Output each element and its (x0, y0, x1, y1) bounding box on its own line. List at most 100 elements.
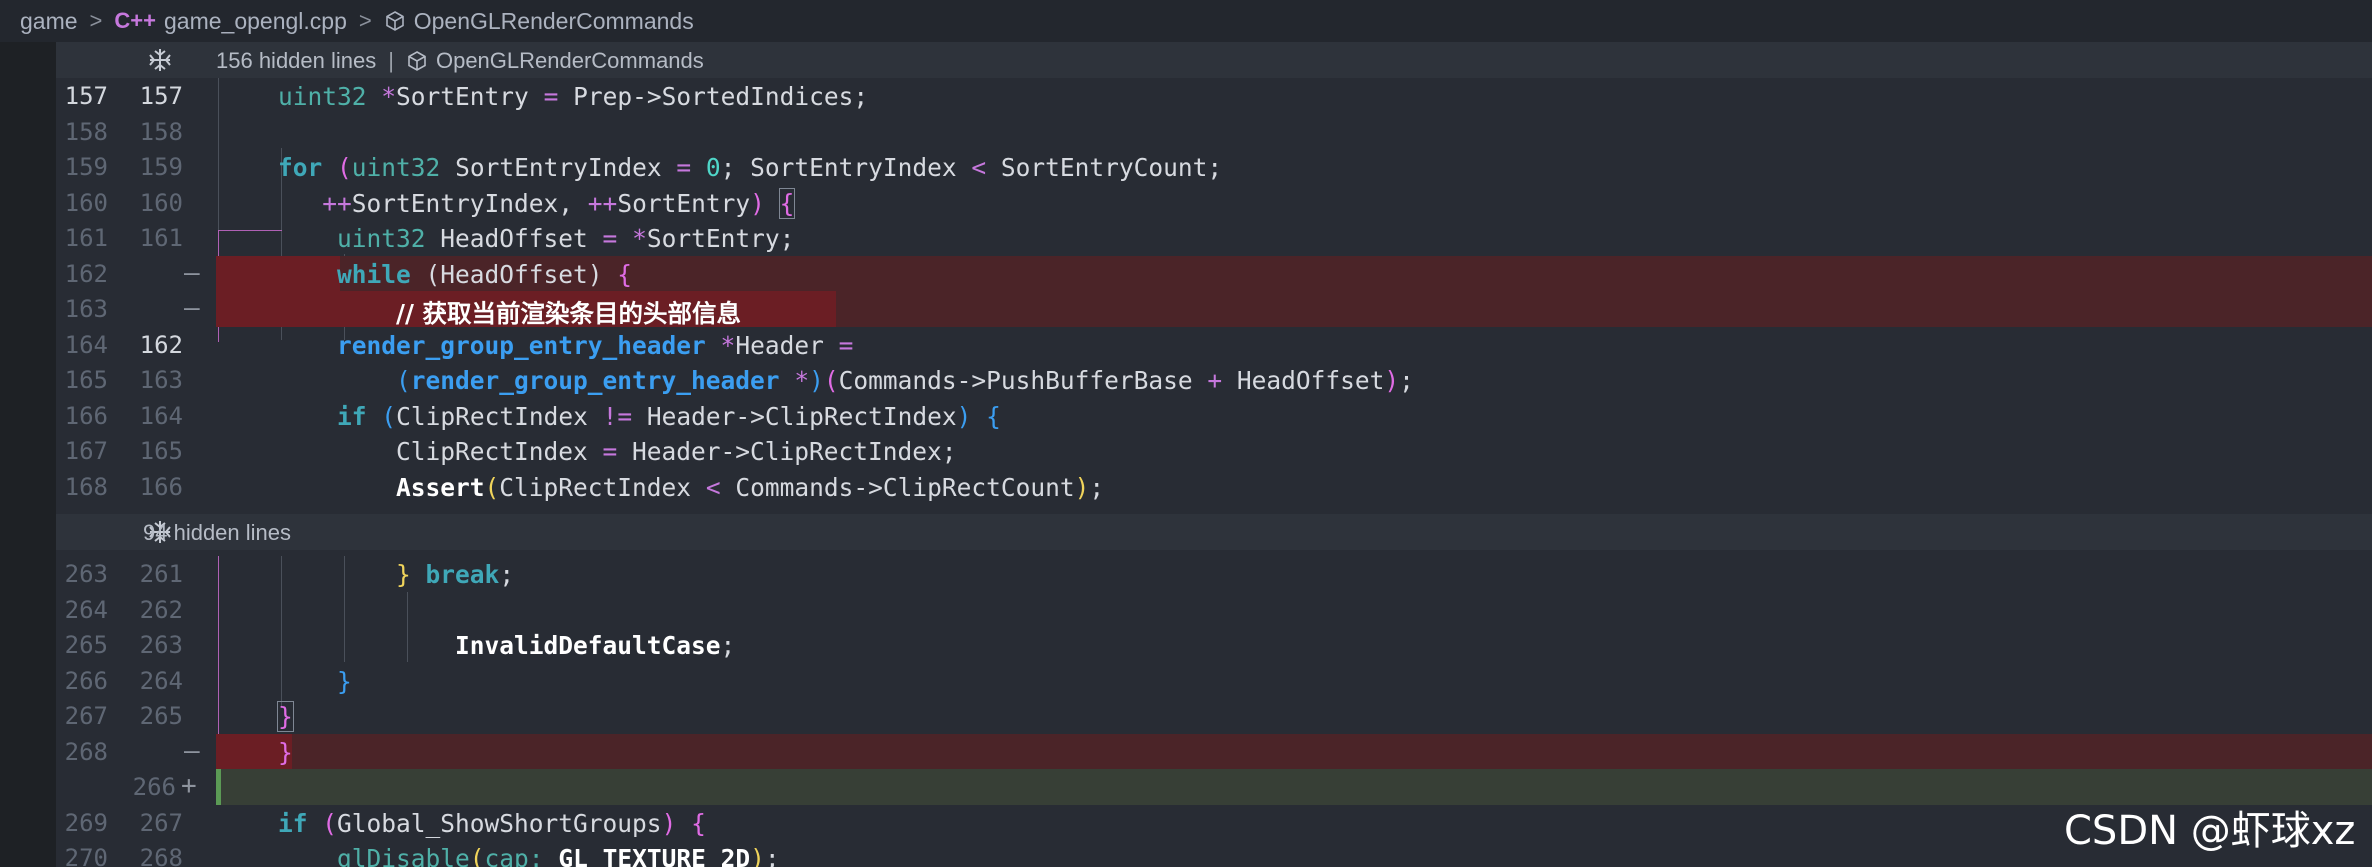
code-line[interactable]: 266 264 } (56, 663, 2372, 699)
line-number-new: 264 (139, 666, 183, 695)
code-text: while (HeadOffset) { (337, 259, 633, 289)
code-text: (render_group_entry_header *)(Commands->… (396, 366, 1414, 395)
unfold-icon[interactable] (146, 46, 174, 74)
code-text: for (uint32 SortEntryIndex = 0; SortEntr… (278, 153, 1223, 182)
deleted-line[interactable]: 163 — // 获取当前渲染条目的头部信息 (56, 291, 2372, 328)
code-line[interactable]: 269 267 if (Global_ShowShortGroups) { (56, 805, 2372, 841)
code-text: ++SortEntryIndex, ++SortEntry) { (322, 187, 796, 219)
line-number-new: 261 (139, 560, 183, 588)
deletion-marker: — (184, 257, 200, 288)
code-line[interactable]: 165 163 (render_group_entry_header *)(Co… (56, 362, 2372, 398)
line-number-new: 268 (139, 844, 183, 867)
code-line[interactable]: 263 261 } break; (56, 556, 2372, 592)
code-text: glDisable(cap: GL_TEXTURE_2D); (337, 844, 780, 867)
symbol-cube-icon (406, 50, 428, 72)
code-text: InvalidDefaultCase; (455, 631, 736, 660)
code-text: // 获取当前渲染条目的头部信息 (396, 299, 741, 328)
added-line[interactable]: 266 + (56, 769, 2372, 805)
code-line[interactable]: 161 161 uint32 HeadOffset = *SortEntry; (56, 220, 2372, 256)
hidden-lines-label: 156 hidden lines (216, 48, 377, 73)
line-number-new: 266 (132, 773, 176, 801)
code-text: render_group_entry_header *Header = (337, 330, 854, 360)
line-number-old: 160 (64, 188, 108, 217)
line-number-new: 263 (139, 631, 183, 659)
watermark: CSDN @虾球xz (2064, 808, 2356, 854)
line-number-new: 165 (139, 437, 183, 465)
code-line[interactable]: 159 159 for (uint32 SortEntryIndex = 0; … (56, 149, 2372, 185)
line-number-old: 263 (64, 560, 108, 588)
hidden-lines-label: 94 hidden lines (143, 520, 292, 545)
line-number-old: 270 (64, 844, 108, 867)
code-line[interactable]: 167 165 ClipRectIndex = Header->ClipRect… (56, 433, 2372, 469)
code-line[interactable]: 264 262 (56, 592, 2372, 628)
code-text: Assert(ClipRectIndex < Commands->ClipRec… (396, 472, 1105, 502)
hidden-lines-bar[interactable]: 156 hidden lines | OpenGLRenderCommands (56, 42, 2372, 78)
code-text: if (Global_ShowShortGroups) { (278, 808, 706, 838)
line-number-old: 267 (64, 702, 108, 730)
code-text: uint32 HeadOffset = *SortEntry; (337, 224, 795, 253)
line-number-new: 157 (139, 82, 183, 110)
code-line[interactable]: 164 162 render_group_entry_header *Heade… (56, 327, 2372, 363)
deleted-line[interactable]: 268 — } (56, 733, 2372, 769)
line-number-old: 164 (64, 330, 108, 359)
cpp-file-icon: C++ (114, 8, 156, 33)
chevron-right-icon: > (89, 8, 103, 33)
line-number-old: 163 (64, 295, 108, 323)
line-number-new: 158 (139, 117, 183, 146)
line-number-new: 163 (139, 366, 183, 394)
line-number-old: 265 (64, 631, 108, 659)
hidden-lines-symbol[interactable]: OpenGLRenderCommands (436, 48, 704, 74)
chevron-right-icon: > (358, 8, 372, 33)
code-line[interactable]: 265 263 InvalidDefaultCase; (56, 627, 2372, 663)
code-line[interactable]: 168 166 Assert(ClipRectIndex < Commands-… (56, 469, 2372, 505)
line-number-old: 264 (64, 595, 108, 624)
code-text: } break; (396, 560, 515, 589)
line-number-old: 165 (64, 366, 108, 394)
line-number-new: 166 (139, 472, 183, 501)
code-text: ClipRectIndex = Header->ClipRectIndex; (278, 437, 957, 466)
diff-editor[interactable]: 156 hidden lines | OpenGLRenderCommands … (56, 42, 2372, 867)
line-number-old: 158 (64, 117, 108, 146)
code-line[interactable]: 160 160 ++SortEntryIndex, ++SortEntry) { (56, 185, 2372, 221)
addition-marker: + (181, 771, 197, 801)
line-number-old: 166 (64, 401, 108, 430)
line-number-old: 167 (64, 437, 108, 465)
line-number-new: 164 (139, 401, 183, 430)
code-text: } (278, 737, 293, 767)
line-number-new: 262 (139, 595, 183, 624)
line-number-new: 265 (139, 702, 183, 730)
code-line[interactable]: 157 157 uint32 *SortEntry = Prep->Sorted… (56, 78, 2372, 114)
line-number-old: 162 (64, 259, 108, 288)
deleted-line[interactable]: 162 — while (HeadOffset) { (56, 255, 2372, 291)
line-number-old: 161 (64, 224, 108, 252)
line-number-old: 168 (64, 472, 108, 501)
code-line[interactable]: 270 268 glDisable(cap: GL_TEXTURE_2D); (56, 840, 2372, 867)
line-number-old: 157 (64, 82, 108, 110)
deletion-marker: — (184, 293, 200, 323)
code-text: } (337, 666, 352, 696)
separator: | (388, 48, 394, 73)
line-number-old: 159 (64, 153, 108, 181)
breadcrumb-root[interactable]: game (20, 8, 78, 35)
left-gutter-strip (0, 42, 56, 867)
deletion-marker: — (184, 735, 200, 766)
code-text: } (277, 701, 294, 732)
line-number-old: 268 (64, 737, 108, 766)
line-number-old: 266 (64, 666, 108, 695)
symbol-cube-icon (384, 10, 406, 32)
code-text: if (ClipRectIndex != Header->ClipRectInd… (337, 401, 1001, 431)
line-number-new: 162 (139, 330, 183, 359)
code-line[interactable]: 166 164 if (ClipRectIndex != Header->Cli… (56, 398, 2372, 434)
line-number-new: 160 (139, 188, 183, 217)
code-text: uint32 *SortEntry = Prep->SortedIndices; (278, 82, 869, 111)
code-line[interactable]: 158 158 (56, 114, 2372, 150)
breadcrumb-file[interactable]: game_opengl.cpp (164, 8, 347, 35)
hidden-lines-bar[interactable]: 94 hidden lines (56, 514, 2372, 550)
line-number-new: 267 (139, 808, 183, 837)
breadcrumb-symbol[interactable]: OpenGLRenderCommands (414, 8, 694, 35)
line-number-old: 269 (64, 808, 108, 837)
line-number-new: 159 (139, 153, 183, 181)
breadcrumb: game > C++ game_opengl.cpp > OpenGLRende… (0, 0, 2372, 42)
code-line[interactable]: 267 265 } (56, 698, 2372, 734)
line-number-new: 161 (139, 224, 183, 252)
